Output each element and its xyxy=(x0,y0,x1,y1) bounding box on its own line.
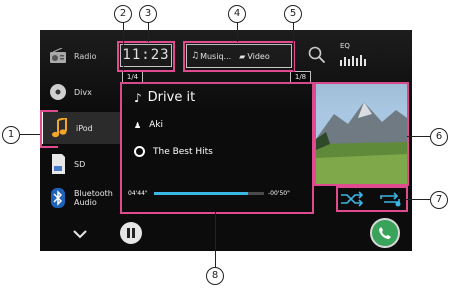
source-label: Radio xyxy=(74,51,97,61)
album-artwork xyxy=(314,82,409,186)
source-label: Divx xyxy=(74,87,92,97)
source-label: Bluetooth Audio xyxy=(74,189,113,207)
callout-6: 6 xyxy=(430,128,448,146)
source-sd[interactable]: SD xyxy=(48,148,120,180)
sd-card-icon xyxy=(48,153,68,175)
music-note-icon: ♪ xyxy=(134,90,142,105)
song-title: Drive it xyxy=(147,90,196,105)
phone-icon xyxy=(379,227,391,239)
clock-highlight-box xyxy=(117,41,175,72)
search-icon[interactable] xyxy=(308,46,326,64)
chevron-down-icon[interactable] xyxy=(70,226,90,242)
eq-button[interactable]: EQ xyxy=(340,42,370,66)
artist-name: Aki xyxy=(149,120,164,130)
callout-line-3 xyxy=(148,22,149,42)
callout-5: 5 xyxy=(284,5,302,23)
pause-icon xyxy=(127,228,130,238)
source-bluetooth-audio[interactable]: Bluetooth Audio xyxy=(48,182,120,214)
pause-icon-bar xyxy=(132,228,135,238)
artist-row: ♟ Aki xyxy=(134,120,163,130)
phone-button[interactable] xyxy=(370,218,400,248)
eq-bars-icon xyxy=(340,51,368,70)
callout-line-5 xyxy=(293,22,294,71)
callout-4: 4 xyxy=(228,5,246,23)
eq-label: EQ xyxy=(340,42,350,50)
song-title-row: ♪ Drive it xyxy=(134,90,195,105)
album-row: The Best Hits xyxy=(134,146,213,157)
callout-line-8 xyxy=(215,212,216,267)
radio-icon xyxy=(48,45,68,67)
mountain-landscape-image xyxy=(316,84,407,184)
album-icon xyxy=(134,146,145,157)
person-icon: ♟ xyxy=(134,120,142,130)
callout-7: 7 xyxy=(430,191,448,209)
tabs-highlight-box xyxy=(183,41,295,72)
pause-button[interactable] xyxy=(120,222,142,244)
progress-fill xyxy=(154,192,248,195)
callout-line-1 xyxy=(20,134,40,135)
shuffle-icon[interactable] xyxy=(340,191,364,211)
callout-2: 2 xyxy=(114,5,132,23)
source-label: SD xyxy=(74,159,86,169)
callout-line-6 xyxy=(407,136,430,137)
callout-8: 8 xyxy=(206,267,224,285)
callout-line-2 xyxy=(123,22,124,71)
track-info-panel[interactable]: ♪ Drive it ♟ Aki The Best Hits 04'44" -0… xyxy=(120,82,314,214)
source-label: iPod xyxy=(76,123,93,133)
album-name: The Best Hits xyxy=(153,146,213,157)
disc-icon xyxy=(48,81,68,103)
source-radio[interactable]: Radio xyxy=(48,40,120,72)
callout-1: 1 xyxy=(2,126,20,144)
callout-line-4 xyxy=(237,22,238,42)
progress-bar[interactable] xyxy=(154,192,264,195)
repeat-icon[interactable] xyxy=(378,191,402,211)
elapsed-time: 04'44" xyxy=(128,190,148,197)
callout-line-7 xyxy=(406,199,430,200)
bluetooth-icon xyxy=(48,187,68,209)
playback-mode-controls xyxy=(336,186,408,212)
source-divx[interactable]: Divx xyxy=(48,76,120,108)
source-highlight-box xyxy=(40,110,58,148)
remaining-time: -00'50" xyxy=(268,190,290,197)
callout-3: 3 xyxy=(139,5,157,23)
